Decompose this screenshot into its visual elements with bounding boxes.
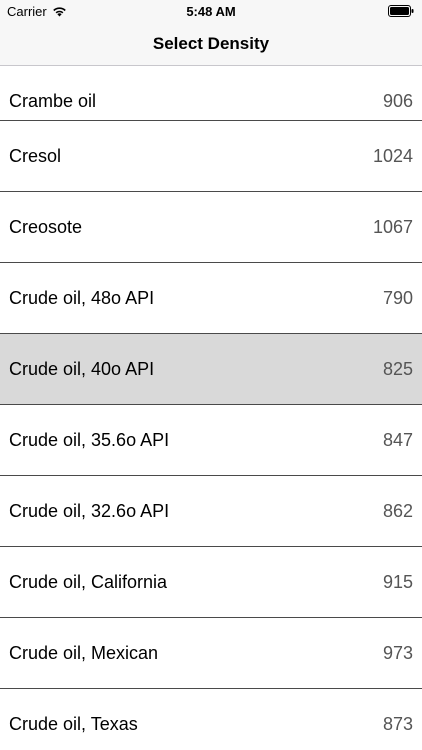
list-item[interactable]: Creosote 1067	[0, 192, 422, 263]
list-item[interactable]: Crude oil, California 915	[0, 547, 422, 618]
page-title: Select Density	[152, 33, 270, 53]
list-item-label: Crude oil, 48o API	[9, 288, 155, 308]
list-item-value: 915	[382, 572, 413, 592]
list-item[interactable]: Crude oil, 32.6o API 862	[0, 476, 422, 547]
list-item-value: 790	[382, 288, 413, 308]
list-item-label: Crude oil, 35.6o API	[9, 430, 170, 450]
list-item-label: Crude oil, Texas	[9, 714, 138, 734]
list-item-label: Crude oil, 32.6o API	[9, 501, 170, 521]
list-item-value: 973	[382, 643, 413, 663]
list-item[interactable]: Crambe oil 906	[0, 66, 422, 121]
list-item-value: 1024	[372, 146, 413, 166]
list-item-label: Cresol	[9, 146, 62, 166]
list-item[interactable]: Crude oil, Texas 873	[0, 689, 422, 750]
navigation-bar: Select Density	[0, 22, 422, 66]
status-time: 5:48 AM	[186, 4, 236, 19]
list-item[interactable]: Crude oil, 35.6o API 847	[0, 405, 422, 476]
list-item-value: 862	[382, 501, 413, 521]
list-item[interactable]: Crude oil, Mexican 973	[0, 618, 422, 689]
list-item-value: 847	[382, 430, 413, 450]
list-item-label: Crude oil, California	[9, 572, 168, 592]
list-item-label: Crude oil, Mexican	[9, 643, 159, 663]
list-item-label: Crude oil, 40o API	[9, 359, 155, 379]
status-bar: Carrier 5:48 AM	[0, 0, 422, 22]
list-item-value: 873	[382, 714, 413, 734]
list-item-selected[interactable]: Crude oil, 40o API 825	[0, 334, 422, 405]
list-item-value: 1067	[372, 217, 413, 237]
list-item-label: Creosote	[9, 217, 83, 237]
density-list[interactable]: Crambe oil 906 Cresol 1024 Creosote 1067…	[0, 66, 422, 750]
list-item[interactable]: Cresol 1024	[0, 121, 422, 192]
list-item-value: 825	[382, 359, 413, 379]
list-item[interactable]: Crude oil, 48o API 790	[0, 263, 422, 334]
battery-icon	[388, 5, 414, 17]
